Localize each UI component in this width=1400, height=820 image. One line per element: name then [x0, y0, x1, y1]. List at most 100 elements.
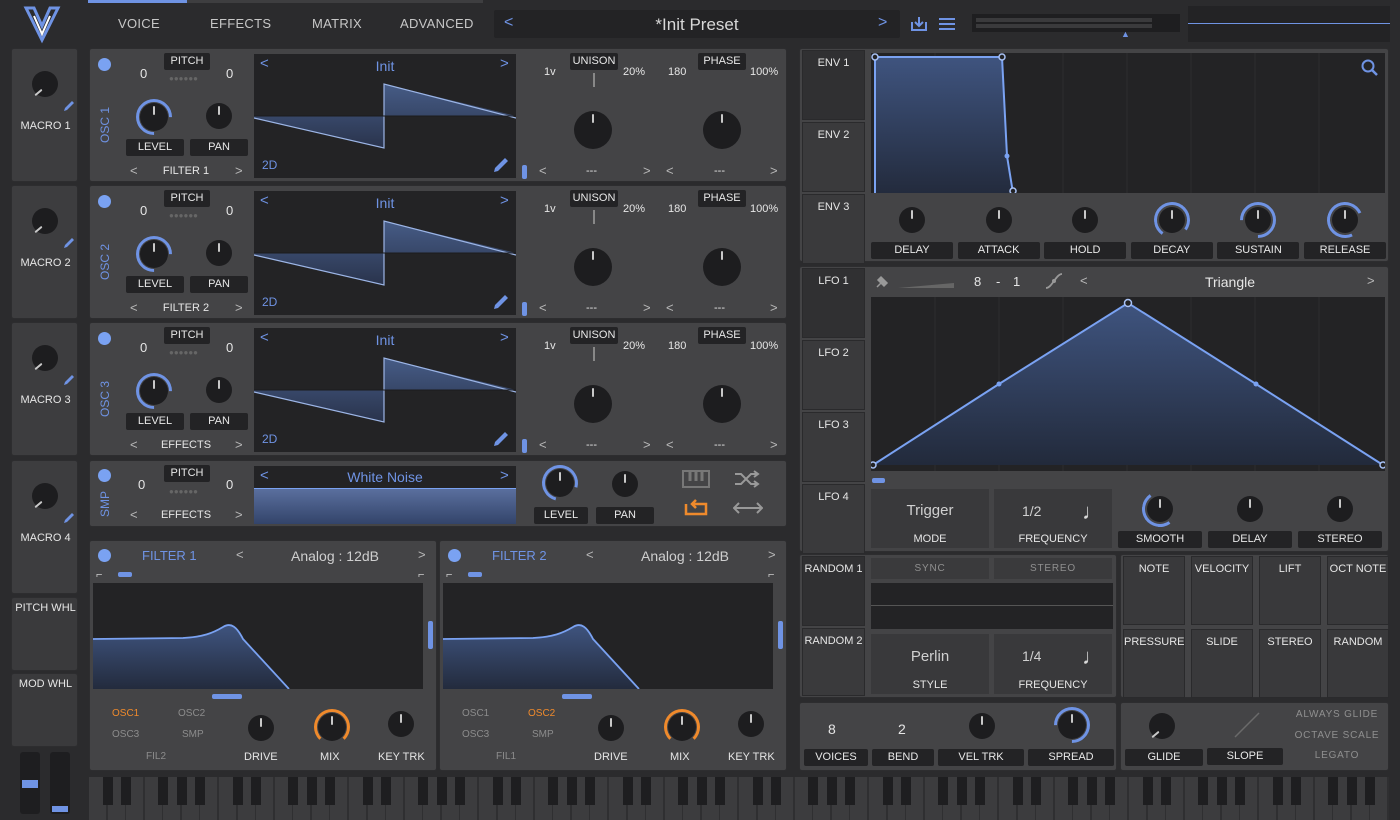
filter-2-src-filter[interactable]: FIL1 [496, 751, 516, 762]
osc-3-unison-knob[interactable] [574, 385, 612, 423]
osc-1-phase-random[interactable]: 100% [750, 66, 778, 78]
filter-2-model[interactable]: Analog : 12dB [610, 548, 760, 564]
sample-waveform[interactable]: < White Noise > [254, 466, 516, 524]
black-key[interactable] [1272, 777, 1283, 805]
black-key[interactable] [938, 777, 949, 805]
zoom-search-icon[interactable] [1361, 59, 1379, 77]
osc-3-phase-random[interactable]: 100% [750, 340, 778, 352]
edit-wavetable-icon[interactable] [492, 430, 510, 448]
sample-pan-knob[interactable] [612, 471, 638, 497]
filter-1-resonance-slider[interactable] [428, 621, 433, 649]
osc-1-unison-voices[interactable]: 1v [544, 66, 556, 78]
slope-curve[interactable] [1233, 711, 1261, 739]
osc-3-frame-slider[interactable] [522, 439, 527, 453]
black-key[interactable] [882, 777, 893, 805]
black-key[interactable] [566, 777, 577, 805]
black-key[interactable] [1291, 777, 1302, 805]
black-key[interactable] [455, 777, 466, 805]
filter-2-src-osc1[interactable]: OSC1 [462, 708, 489, 719]
note-icon[interactable]: ♩ [1082, 644, 1104, 670]
black-key[interactable] [975, 777, 986, 805]
filter-2-model-prev[interactable]: < [586, 547, 594, 562]
lfo-shape-next[interactable]: > [1367, 273, 1375, 288]
lfo-paint-icon[interactable] [874, 274, 890, 290]
tab-effects[interactable]: EFFECTS [210, 16, 271, 31]
black-key[interactable] [1235, 777, 1246, 805]
osc-2-dist1-prev[interactable]: < [539, 300, 547, 315]
osc-1-pan-knob[interactable] [206, 103, 232, 129]
black-key[interactable] [678, 777, 689, 805]
osc-2-unison-detune[interactable]: 20% [623, 203, 645, 215]
pitch-wheel[interactable] [20, 752, 40, 814]
macro-1-label[interactable]: MACRO 1 [12, 120, 79, 132]
lfo-shape-prev[interactable]: < [1080, 273, 1088, 288]
black-key[interactable] [436, 777, 447, 805]
macro-2-label[interactable]: MACRO 2 [12, 257, 79, 269]
pencil-edit-icon[interactable] [62, 511, 76, 525]
keytrack-icon[interactable] [682, 470, 710, 488]
filter-2-enable-toggle[interactable] [448, 549, 461, 562]
black-key[interactable] [121, 777, 132, 805]
black-key[interactable] [771, 777, 782, 805]
black-key[interactable] [1161, 777, 1172, 805]
osc-2-route-next[interactable]: > [235, 300, 243, 315]
osc-2-distortion-1[interactable]: --- [586, 302, 597, 314]
osc-1-distortion-1[interactable]: --- [586, 165, 597, 177]
macro-3-knob[interactable] [32, 345, 58, 371]
random-stereo-button[interactable]: STEREO [994, 558, 1112, 579]
env-hold-knob[interactable] [1072, 207, 1099, 233]
lfo-frequency-box[interactable]: 1/2 ♩ FREQUENCY [994, 489, 1112, 548]
mod-source-lift[interactable]: LIFT [1259, 556, 1321, 625]
osc-1-frame-slider[interactable] [522, 165, 527, 179]
volume-marker-icon[interactable]: ▲ [1121, 29, 1130, 39]
osc-2-pan-knob[interactable] [206, 240, 232, 266]
lfo-graph[interactable] [871, 297, 1385, 471]
osc-1-view-mode[interactable]: 2D [262, 158, 277, 172]
lfo-curve-icon[interactable] [1044, 272, 1064, 290]
pencil-edit-icon[interactable] [62, 99, 76, 113]
osc-1-transpose[interactable]: 0 [140, 66, 147, 81]
black-key[interactable] [752, 777, 763, 805]
osc-2-wavetable[interactable]: < Init > 2D [254, 191, 516, 315]
black-key[interactable] [158, 777, 169, 805]
osc-3-distortion-1[interactable]: --- [586, 439, 597, 451]
filter-1-response[interactable] [93, 583, 423, 689]
filter-2-src-smp[interactable]: SMP [532, 729, 554, 740]
osc-2-dist1-next[interactable]: > [643, 300, 651, 315]
osc-3-dist1-prev[interactable]: < [539, 437, 547, 452]
lfo-2-tab[interactable]: LFO 2 [802, 340, 865, 410]
filter-1-model-prev[interactable]: < [236, 547, 244, 562]
lfo-grid-y[interactable]: 1 [1013, 274, 1020, 289]
osc-2-route-prev[interactable]: < [130, 300, 138, 315]
black-key[interactable] [102, 777, 113, 805]
filter-2-blend-slider[interactable] [468, 572, 482, 577]
sample-route[interactable]: EFFECTS [146, 509, 226, 521]
lfo-grid-x[interactable]: 8 [974, 274, 981, 289]
lfo-mode-box[interactable]: Trigger MODE [871, 489, 989, 548]
osc-1-phase[interactable]: 180 [668, 66, 686, 78]
velocity-track-knob[interactable] [969, 713, 995, 739]
sample-name[interactable]: White Noise [254, 469, 516, 485]
osc-3-distortion-2[interactable]: --- [714, 439, 725, 451]
osc-1-phase-knob[interactable] [703, 111, 741, 149]
macro-4-knob[interactable] [32, 483, 58, 509]
lfo-3-tab[interactable]: LFO 3 [802, 412, 865, 482]
logo[interactable] [20, 4, 64, 44]
sample-route-next[interactable]: > [235, 507, 243, 522]
edit-wavetable-icon[interactable] [492, 293, 510, 311]
filter-1-keytrack-knob[interactable] [388, 711, 414, 737]
env-3-tab[interactable]: ENV 3 [802, 194, 865, 264]
black-key[interactable] [715, 777, 726, 805]
osc-2-dist2-prev[interactable]: < [666, 300, 674, 315]
osc-1-wavetable[interactable]: < Init > 2D [254, 54, 516, 178]
black-key[interactable] [325, 777, 336, 805]
mod-source-note[interactable]: NOTE [1123, 556, 1185, 625]
black-key[interactable] [381, 777, 392, 805]
note-icon[interactable]: ♩ [1082, 499, 1104, 525]
osc-3-wavetable[interactable]: < Init > 2D [254, 328, 516, 452]
osc-3-unison-voices[interactable]: 1v [544, 340, 556, 352]
osc-1-wave-next[interactable]: > [500, 55, 509, 72]
osc-2-phase-random[interactable]: 100% [750, 203, 778, 215]
mod-source-slide[interactable]: SLIDE [1191, 629, 1253, 698]
filter-1-src-osc3[interactable]: OSC3 [112, 729, 139, 740]
